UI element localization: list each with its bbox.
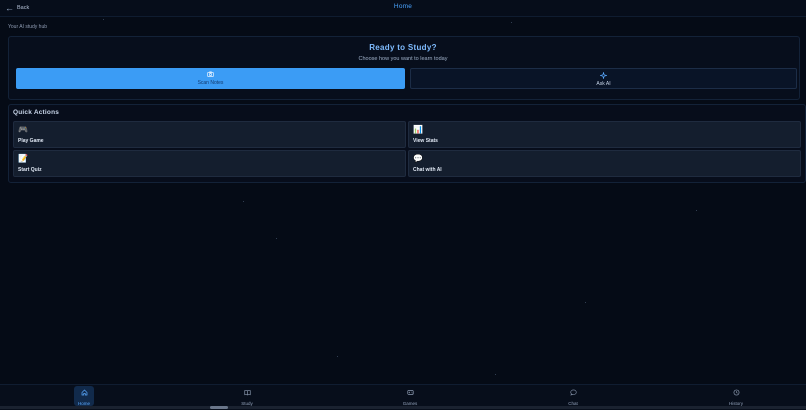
star — [495, 374, 496, 375]
play-game-label: Play Game — [18, 138, 44, 144]
scan-notes-label: Scan Notes — [197, 80, 224, 86]
history-icon — [706, 389, 766, 399]
star — [511, 22, 512, 23]
view-stats-label: View Stats — [413, 138, 438, 144]
chat-with-ai-label: Chat with AI — [413, 167, 442, 173]
ask-ai-button[interactable]: Ask AI — [410, 68, 797, 89]
star — [276, 238, 277, 239]
gamepad-icon — [380, 389, 440, 399]
nav-games[interactable]: Games — [380, 386, 440, 406]
nav-history[interactable]: History — [706, 386, 766, 406]
hero-subtitle: Choose how you want to learn today — [358, 56, 448, 62]
speech-bubble-icon: 💬 — [413, 154, 423, 163]
nav-home[interactable]: Home — [74, 386, 94, 406]
view-stats-tile[interactable]: 📊 View Stats — [408, 121, 801, 148]
chat-icon — [543, 389, 603, 399]
home-icon — [74, 389, 94, 399]
camera-icon — [16, 71, 405, 79]
bar-chart-icon: 📊 — [413, 125, 423, 134]
book-icon — [217, 389, 277, 399]
star — [337, 356, 338, 357]
play-game-tile[interactable]: 🎮 Play Game — [13, 121, 406, 148]
start-quiz-tile[interactable]: 📝 Start Quiz — [13, 150, 406, 177]
hero-title: Ready to Study? — [369, 43, 437, 52]
start-quiz-label: Start Quiz — [18, 167, 42, 173]
star — [696, 210, 697, 211]
nav-study[interactable]: Study — [217, 386, 277, 406]
star — [585, 302, 586, 303]
star — [243, 201, 244, 202]
memo-icon: 📝 — [18, 154, 28, 163]
ask-ai-label: Ask AI — [596, 81, 611, 87]
chat-with-ai-tile[interactable]: 💬 Chat with AI — [408, 150, 801, 177]
page-title: Home — [393, 3, 413, 10]
scan-notes-button[interactable]: Scan Notes — [16, 68, 405, 89]
hub-subtitle: Your AI study hub — [8, 24, 48, 30]
star — [103, 19, 104, 20]
sparkle-icon — [411, 71, 796, 81]
gamepad-icon: 🎮 — [18, 125, 28, 134]
quick-actions-title: Quick Actions — [13, 109, 60, 116]
nav-chat[interactable]: Chat — [543, 386, 603, 406]
